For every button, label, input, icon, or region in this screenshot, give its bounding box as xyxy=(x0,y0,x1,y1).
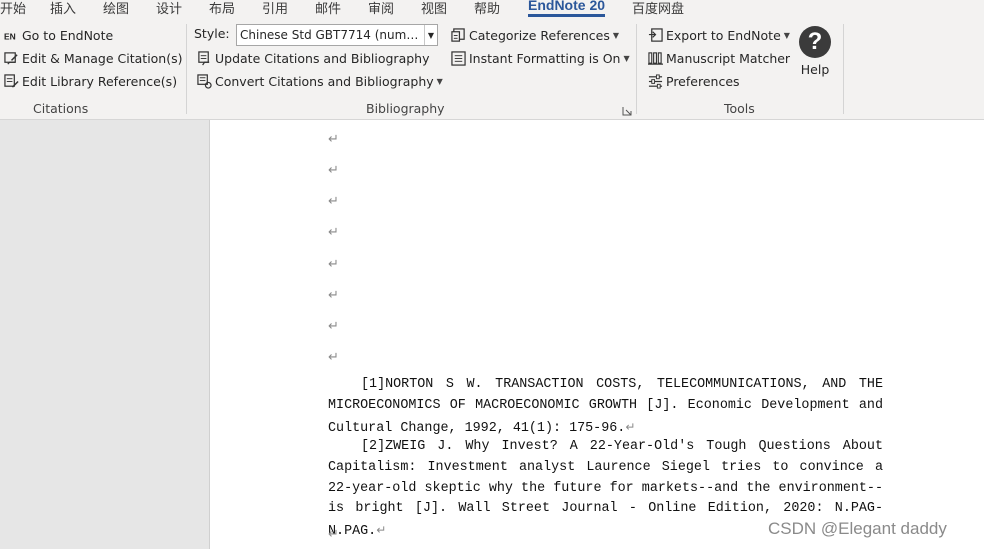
categorize-references-label: Categorize References xyxy=(469,27,610,43)
tools-group-label: Tools xyxy=(724,101,755,116)
tab-endnote[interactable]: EndNote 20 xyxy=(528,0,606,17)
style-select-value: Chinese Std GBT7714 (numer... xyxy=(240,28,424,42)
convert-citations-button[interactable]: Convert Citations and Bibliography ▼ xyxy=(196,71,443,91)
reference-entry-1: [1]NORTON S W. TRANSACTION COSTS, TELECO… xyxy=(328,375,883,439)
endnote-ribbon: EN Go to EndNote Edit & Manage Citation(… xyxy=(0,18,984,120)
instant-format-icon xyxy=(450,50,466,66)
ribbon-tab-bar: 开始 插入 绘图 设计 布局 引用 邮件 审阅 视图 帮助 EndNote 20… xyxy=(0,0,984,18)
tab-home[interactable]: 开始 xyxy=(0,0,26,17)
edit-library-icon xyxy=(3,73,19,89)
paragraph-mark: ↵ xyxy=(328,194,339,209)
edit-manage-citations-button[interactable]: Edit & Manage Citation(s) xyxy=(3,48,183,68)
update-icon xyxy=(196,50,212,66)
watermark-text: CSDN @Elegant daddy xyxy=(768,519,947,538)
dialog-launcher-icon[interactable] xyxy=(622,106,632,116)
paragraph-mark: ↵ xyxy=(328,225,339,240)
go-to-endnote-label: Go to EndNote xyxy=(22,27,114,43)
group-divider xyxy=(186,24,187,114)
style-select[interactable]: Chinese Std GBT7714 (numer... ▼ xyxy=(236,24,438,46)
edit-manage-citations-label: Edit & Manage Citation(s) xyxy=(22,50,183,66)
tab-draw[interactable]: 绘图 xyxy=(103,0,129,17)
style-label: Style: xyxy=(194,26,230,41)
paragraph-mark: ↵ xyxy=(328,163,339,178)
convert-icon xyxy=(196,73,212,89)
preferences-label: Preferences xyxy=(666,73,740,89)
paragraph-mark: ↵ xyxy=(328,527,339,542)
help-button[interactable]: ? Help xyxy=(798,26,832,77)
preferences-icon xyxy=(647,73,663,89)
edit-library-references-label: Edit Library Reference(s) xyxy=(22,73,178,89)
paragraph-mark: ↵ xyxy=(328,257,339,272)
document-left-margin-pane xyxy=(0,120,208,549)
tab-insert[interactable]: 插入 xyxy=(50,0,76,17)
help-label: Help xyxy=(800,62,830,77)
group-divider xyxy=(636,24,637,114)
edit-citation-icon xyxy=(3,50,19,66)
paragraph-mark: ↵ xyxy=(376,523,387,538)
tab-mailings[interactable]: 邮件 xyxy=(315,0,341,17)
group-divider xyxy=(843,24,844,114)
help-question-icon: ? xyxy=(799,26,831,58)
update-citations-button[interactable]: Update Citations and Bibliography xyxy=(196,48,430,68)
svg-text:EN: EN xyxy=(4,31,16,41)
chevron-down-icon: ▼ xyxy=(623,53,630,63)
categorize-references-button[interactable]: Categorize References ▼ xyxy=(450,25,619,45)
export-icon xyxy=(647,27,663,43)
paragraph-mark: ↵ xyxy=(328,319,339,334)
bibliography-group-label: Bibliography xyxy=(366,101,445,116)
tab-layout[interactable]: 布局 xyxy=(209,0,235,17)
tab-help[interactable]: 帮助 xyxy=(474,0,500,17)
paragraph-mark: ↵ xyxy=(625,419,636,434)
paragraph-mark: ↵ xyxy=(328,350,339,365)
tab-view[interactable]: 视图 xyxy=(421,0,447,17)
tab-review[interactable]: 审阅 xyxy=(368,0,394,17)
export-to-endnote-label: Export to EndNote xyxy=(666,27,781,43)
manuscript-matcher-button[interactable]: Manuscript Matcher xyxy=(647,48,790,68)
chevron-down-icon[interactable]: ▼ xyxy=(424,25,437,45)
chevron-down-icon: ▼ xyxy=(612,30,620,40)
update-citations-label: Update Citations and Bibliography xyxy=(215,50,430,66)
reference-text: [1]NORTON S W. TRANSACTION COSTS, TELECO… xyxy=(328,377,883,436)
tab-references[interactable]: 引用 xyxy=(262,0,288,17)
edit-library-references-button[interactable]: Edit Library Reference(s) xyxy=(3,71,177,91)
export-to-endnote-button[interactable]: Export to EndNote ▼ xyxy=(647,25,790,45)
endnote-en-icon: EN xyxy=(3,27,19,43)
go-to-endnote-button[interactable]: EN Go to EndNote xyxy=(3,25,114,45)
manuscript-matcher-label: Manuscript Matcher xyxy=(666,50,791,66)
instant-formatting-button[interactable]: Instant Formatting is On ▼ xyxy=(450,48,630,68)
tab-design[interactable]: 设计 xyxy=(156,0,182,17)
convert-citations-label: Convert Citations and Bibliography xyxy=(215,73,434,89)
tab-baidu-netdisk[interactable]: 百度网盘 xyxy=(632,0,684,17)
chevron-down-icon: ▼ xyxy=(436,76,443,86)
chevron-down-icon: ▼ xyxy=(783,30,790,40)
instant-formatting-label: Instant Formatting is On xyxy=(469,50,621,66)
document-page[interactable]: ↵ ↵ ↵ ↵ ↵ ↵ ↵ ↵ [1]NORTON S W. TRANSACTI… xyxy=(209,120,984,549)
paragraph-mark: ↵ xyxy=(328,132,339,147)
paragraph-mark: ↵ xyxy=(328,288,339,303)
citations-group-label: Citations xyxy=(33,101,89,116)
categorize-icon xyxy=(450,27,466,43)
preferences-button[interactable]: Preferences xyxy=(647,71,740,91)
manuscript-matcher-icon xyxy=(647,50,663,66)
